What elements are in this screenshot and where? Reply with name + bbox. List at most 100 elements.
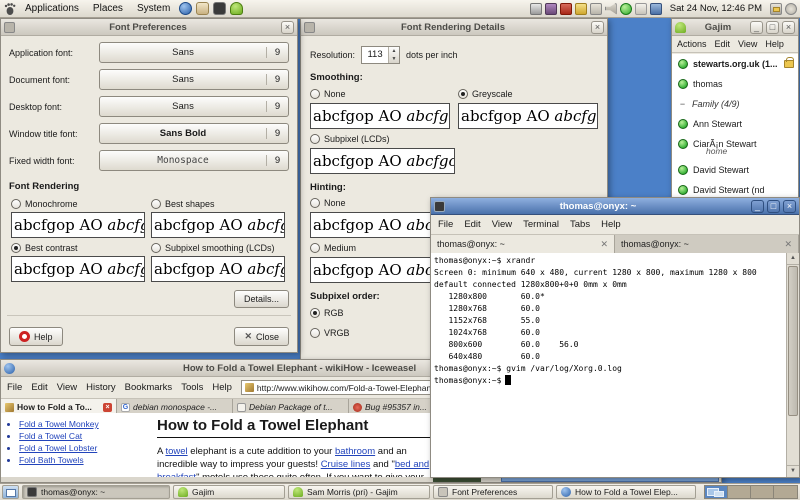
- minimize-icon[interactable]: _: [750, 20, 763, 34]
- details-button[interactable]: Details...: [233, 290, 289, 308]
- minimize-icon[interactable]: _: [751, 199, 764, 213]
- help-button[interactable]: Help: [9, 327, 63, 346]
- maximize-icon[interactable]: □: [766, 20, 779, 34]
- show-desktop-icon[interactable]: [2, 485, 19, 499]
- power-plug-icon[interactable]: [589, 2, 602, 15]
- menu-applications[interactable]: Applications: [19, 2, 85, 15]
- monochrome-option[interactable]: Monochrome: [11, 199, 145, 209]
- radio-icon[interactable]: [310, 243, 320, 253]
- menu-places[interactable]: Places: [87, 2, 129, 15]
- task-button-terminal[interactable]: thomas@onyx: ~: [22, 485, 170, 499]
- roster-contact-row[interactable]: David Stewart: [672, 160, 798, 180]
- close-icon[interactable]: ×: [782, 20, 795, 34]
- shutdown-icon[interactable]: [785, 2, 797, 15]
- radio-icon[interactable]: [310, 134, 320, 144]
- terminal-screen[interactable]: thomas@onyx:~$ xrandr Screen 0: minimum …: [431, 253, 799, 477]
- terminal-menu-help[interactable]: Help: [601, 219, 621, 230]
- terminal-menu-terminal[interactable]: Terminal: [523, 219, 559, 230]
- clock[interactable]: Sat 24 Nov, 12:46 PM: [670, 3, 762, 14]
- gajim-menu-edit[interactable]: Edit: [715, 39, 731, 49]
- radio-icon[interactable]: [151, 243, 161, 253]
- browser-menu-file[interactable]: File: [7, 382, 22, 393]
- close-button[interactable]: ✕ Close: [234, 327, 289, 346]
- volume-icon[interactable]: [604, 2, 617, 15]
- inline-link[interactable]: towel: [165, 446, 187, 457]
- font-picker-button[interactable]: Sans Bold 9: [99, 123, 289, 144]
- gajim-menu-help[interactable]: Help: [765, 39, 784, 49]
- roster-contact-row[interactable]: Ann Stewart: [672, 114, 798, 134]
- resolution-spinner[interactable]: 113 ▲ ▼: [361, 46, 401, 64]
- workspace-3[interactable]: [751, 486, 774, 498]
- terminal-titlebar[interactable]: thomas@onyx: ~ _ □ ×: [431, 198, 799, 215]
- gajim-titlebar[interactable]: Gajim _ □ ×: [672, 19, 798, 36]
- gajim-status-icon[interactable]: [619, 2, 632, 15]
- menu-system[interactable]: System: [131, 2, 176, 15]
- best-shapes-option[interactable]: Best shapes: [151, 199, 285, 209]
- resolution-value[interactable]: 113: [362, 47, 388, 63]
- radio-icon[interactable]: [310, 328, 320, 338]
- radio-icon[interactable]: [151, 199, 161, 209]
- maximize-icon[interactable]: □: [767, 199, 780, 213]
- task-button-font-preferences[interactable]: Font Preferences: [433, 485, 553, 499]
- scroll-down-icon[interactable]: ▼: [787, 465, 799, 477]
- url-text[interactable]: http://www.wikihow.com/Fold-a-Towel-Elep…: [257, 383, 434, 393]
- radio-icon[interactable]: [310, 89, 320, 99]
- gajim-menu-view[interactable]: View: [738, 39, 757, 49]
- workspace-2[interactable]: [728, 486, 751, 498]
- workspace-1[interactable]: [705, 486, 728, 498]
- spinner-down-icon[interactable]: ▼: [389, 55, 399, 63]
- radio-icon[interactable]: [458, 89, 468, 99]
- subpixel-smoothing-option[interactable]: Subpixel smoothing (LCDs): [151, 243, 285, 253]
- printer-icon[interactable]: [529, 2, 542, 15]
- terminal-menu-file[interactable]: File: [438, 219, 453, 230]
- browser-menu-tools[interactable]: Tools: [181, 382, 203, 393]
- related-link[interactable]: Fold a Towel Cat: [19, 431, 82, 441]
- font-picker-button[interactable]: Sans 9: [99, 69, 289, 90]
- radio-icon[interactable]: [11, 199, 21, 209]
- radio-icon[interactable]: [11, 243, 21, 253]
- scroll-up-icon[interactable]: ▲: [787, 253, 799, 265]
- gajim-menu-actions[interactable]: Actions: [677, 39, 707, 49]
- prefs-titlebar[interactable]: Font Preferences ×: [1, 19, 297, 36]
- lock-screen-icon[interactable]: [770, 2, 782, 15]
- terminal-launcher-icon[interactable]: [213, 2, 227, 15]
- user-launcher-icon[interactable]: [230, 2, 244, 15]
- browser-menu-bookmarks[interactable]: Bookmarks: [125, 382, 173, 393]
- related-link[interactable]: Fold Bath Towels: [19, 455, 84, 465]
- workspace-4[interactable]: [774, 486, 797, 498]
- radio-icon[interactable]: [310, 308, 320, 318]
- web-browser-launcher-icon[interactable]: [179, 2, 193, 15]
- tab-close-icon[interactable]: ✕: [600, 239, 608, 250]
- browser-menu-help[interactable]: Help: [212, 382, 232, 393]
- clipboard-icon[interactable]: [634, 2, 647, 15]
- inline-link[interactable]: bathroom: [335, 446, 375, 457]
- font-picker-button[interactable]: Sans 9: [99, 96, 289, 117]
- update-icon[interactable]: [559, 2, 572, 15]
- smoothing-none-option[interactable]: None: [310, 89, 450, 99]
- roster-group-row[interactable]: − Family (4/9): [672, 94, 798, 114]
- terminal-menu-edit[interactable]: Edit: [464, 219, 480, 230]
- terminal-menu-view[interactable]: View: [492, 219, 512, 230]
- browser-menu-view[interactable]: View: [57, 382, 77, 393]
- font-picker-button[interactable]: Monospace 9: [99, 150, 289, 171]
- terminal-tab[interactable]: thomas@onyx: ~ ✕: [431, 235, 615, 253]
- browser-menu-edit[interactable]: Edit: [31, 382, 47, 393]
- radio-icon[interactable]: [310, 198, 320, 208]
- workspace-switcher[interactable]: [704, 485, 798, 499]
- smoothing-greyscale-option[interactable]: Greyscale: [458, 89, 598, 99]
- smoothing-subpixel-option[interactable]: Subpixel (LCDs): [310, 134, 598, 144]
- browser-menu-history[interactable]: History: [86, 382, 116, 393]
- related-link[interactable]: Fold a Towel Monkey: [19, 419, 99, 429]
- terminal-menu-tabs[interactable]: Tabs: [570, 219, 590, 230]
- inline-link[interactable]: Cruise lines: [321, 459, 371, 470]
- spinner-up-icon[interactable]: ▲: [389, 47, 399, 55]
- note-icon[interactable]: [574, 2, 587, 15]
- close-icon[interactable]: ×: [591, 20, 604, 34]
- terminal-tab[interactable]: thomas@onyx: ~ ✕: [615, 235, 799, 253]
- tab-close-icon[interactable]: ×: [103, 402, 112, 412]
- task-button-gajim[interactable]: Gajim: [173, 485, 285, 499]
- details-titlebar[interactable]: Font Rendering Details ×: [301, 19, 607, 36]
- collapse-icon[interactable]: −: [678, 99, 687, 109]
- font-picker-button[interactable]: Sans 9: [99, 42, 289, 63]
- home-launcher-icon[interactable]: [196, 2, 210, 15]
